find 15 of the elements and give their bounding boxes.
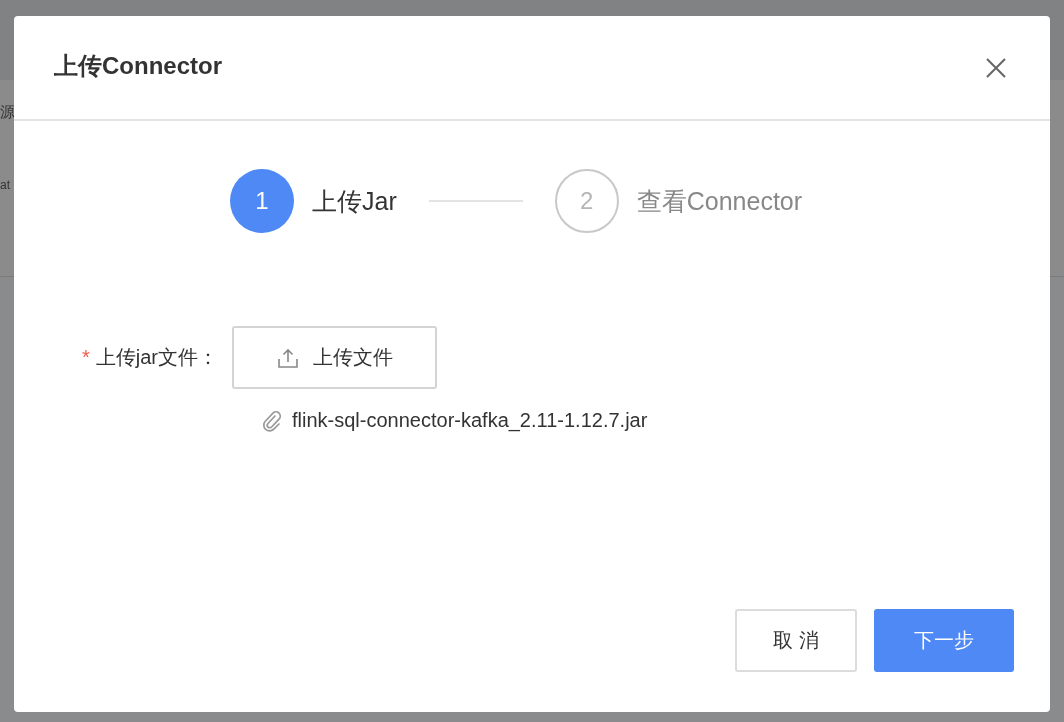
required-mark: * [82,346,90,369]
background-text: 源 [0,104,14,119]
upload-button[interactable]: 上传文件 [232,326,438,389]
file-name[interactable]: flink-sql-connector-kafka_2.11-1.12.7.jar [292,409,648,432]
step-number: 1 [230,169,294,233]
field-label: 上传jar文件： [95,345,219,370]
step-label: 查看Connector [636,185,803,217]
paperclip-icon [262,409,282,432]
cancel-button[interactable]: 取 消 [735,609,857,672]
upload-icon [276,346,299,369]
close-icon[interactable] [985,56,1007,79]
background-text: at [0,179,11,191]
step-label: 上传Jar [312,185,397,217]
dialog-title: 上传Connector [54,50,222,81]
step-number: 2 [554,169,619,233]
